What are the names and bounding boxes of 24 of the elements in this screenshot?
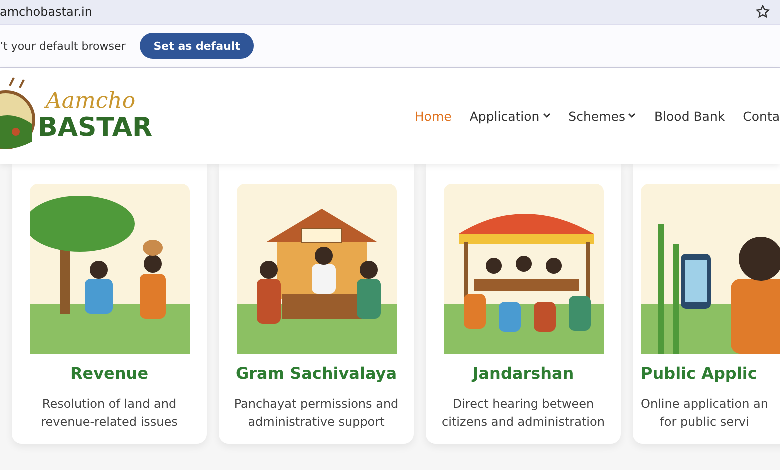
- card-title: Gram Sachivalaya: [236, 364, 397, 383]
- url-text[interactable]: amchobastar.in: [0, 5, 92, 19]
- service-card[interactable]: Public Applic Online application an for public servi: [633, 164, 780, 444]
- logo-title-text: BASTAR: [38, 115, 153, 141]
- set-default-button[interactable]: Set as default: [140, 33, 254, 59]
- nav-link[interactable]: Schemes: [568, 108, 636, 124]
- card-description: Direct hearing between citizens and administration: [441, 396, 606, 431]
- service-card[interactable]: Jandarshan Direct hearing between citizens and administration: [426, 164, 621, 444]
- caret-icon: [628, 113, 636, 119]
- nav-link[interactable]: Application: [470, 108, 551, 124]
- card-description: Online application an for public servi: [641, 396, 768, 431]
- card-title: Public Applic: [641, 364, 758, 383]
- bookmark-star-icon[interactable]: [756, 5, 770, 19]
- service-card[interactable]: Gram Sachivalaya Panchayat permissions and administrative support: [219, 164, 414, 444]
- service-card[interactable]: Revenue Resolution of land and revenue-related issues: [12, 164, 207, 444]
- card-title: Revenue: [70, 364, 149, 383]
- logo-script-text: Aamcho: [46, 91, 137, 113]
- nav-link[interactable]: Conta: [743, 108, 780, 124]
- card-title: Jandarshan: [472, 364, 574, 383]
- card-description: Panchayat permissions and administrative support: [233, 396, 400, 431]
- caret-icon: [542, 113, 551, 119]
- card-description: Resolution of land and revenue-related issues: [40, 396, 179, 431]
- infobar-message: ’t your default browser: [0, 40, 126, 52]
- nav-link[interactable]: Blood Bank: [654, 108, 726, 124]
